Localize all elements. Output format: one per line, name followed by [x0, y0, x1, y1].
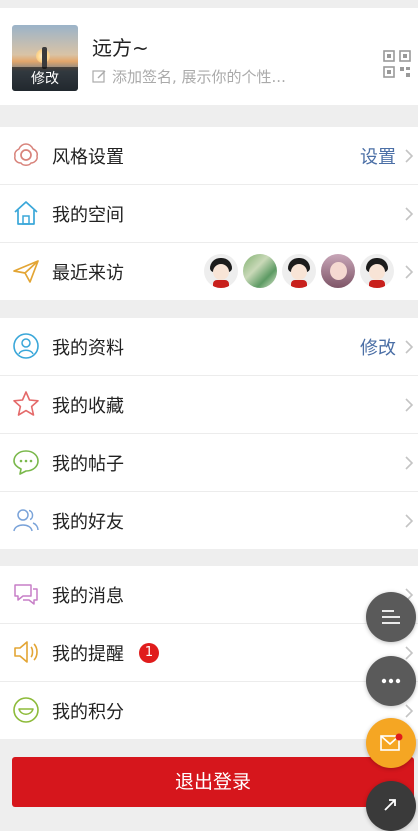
menu-label: 风格设置 [52, 146, 124, 168]
nickname: 远方~ [92, 36, 149, 60]
chat-bubble-icon [13, 450, 39, 475]
menu-label: 最近来访 [52, 262, 124, 284]
visitor-avatar[interactable] [321, 254, 355, 288]
menu-row-my-favorites[interactable]: 我的收藏 [0, 376, 418, 434]
messages-icon [14, 584, 38, 605]
user-profile-icon [13, 333, 39, 359]
menu-label: 我的积分 [52, 701, 124, 723]
chevron-right-icon [405, 646, 414, 660]
more-fab[interactable] [366, 656, 416, 706]
chevron-right-icon [405, 149, 414, 163]
chevron-right-icon [405, 207, 414, 221]
menu-value[interactable]: 设置 [360, 143, 396, 169]
menu-label: 我的收藏 [52, 395, 124, 417]
menu-row-style-settings[interactable]: 风格设置 设置 [0, 127, 418, 185]
mail-fab[interactable] [366, 718, 416, 768]
settings-group-3: 我的消息 我的提醒 1 我的积分 [0, 566, 418, 739]
star-icon [13, 391, 39, 416]
settings-group-1: 风格设置 设置 我的空间 最近来访 [0, 127, 418, 300]
menu-lines-icon [382, 610, 400, 624]
menu-row-my-posts[interactable]: 我的帖子 [0, 434, 418, 492]
friends-icon [13, 509, 39, 532]
menu-row-my-points[interactable]: 我的积分 [0, 682, 418, 739]
speaker-icon [14, 641, 38, 663]
visitor-avatar[interactable] [204, 254, 238, 288]
menu-label: 我的提醒 [52, 643, 124, 665]
chevron-right-icon [405, 340, 414, 354]
menu-row-my-friends[interactable]: 我的好友 [0, 492, 418, 549]
menu-label: 我的资料 [52, 337, 124, 359]
profile-card: 修改 远方~ 添加签名, 展示你的个性... [0, 8, 418, 105]
qr-code-icon[interactable] [383, 50, 411, 78]
chevron-right-icon [405, 704, 414, 718]
menu-row-my-messages[interactable]: 我的消息 [0, 566, 418, 624]
menu-label: 我的空间 [52, 204, 124, 226]
share-icon [384, 799, 396, 811]
edit-icon [92, 70, 106, 83]
chevron-right-icon [405, 398, 414, 412]
settings-group-2: 我的资料 修改 我的收藏 我的帖子 我的好友 [0, 318, 418, 549]
menu-row-my-profile[interactable]: 我的资料 修改 [0, 318, 418, 376]
visitor-avatar[interactable] [243, 254, 277, 288]
home-icon [14, 201, 38, 225]
figure-silhouette [42, 47, 47, 69]
flower-icon [14, 143, 38, 166]
visitor-avatar[interactable] [282, 254, 316, 288]
menu-fab[interactable] [366, 592, 416, 642]
signature-placeholder: 添加签名, 展示你的个性... [112, 68, 286, 86]
logout-button[interactable]: 退出登录 [12, 757, 414, 807]
menu-label: 我的好友 [52, 511, 124, 533]
notification-badge: 1 [139, 643, 159, 663]
chevron-right-icon [405, 265, 414, 279]
menu-label: 我的消息 [52, 585, 124, 607]
menu-value[interactable]: 修改 [360, 334, 396, 360]
menu-label: 我的帖子 [52, 453, 124, 475]
signature-field[interactable]: 添加签名, 展示你的个性... [92, 66, 286, 87]
avatar[interactable]: 修改 [12, 25, 78, 91]
visitor-avatar[interactable] [360, 254, 394, 288]
more-dots-icon [381, 678, 401, 684]
share-fab[interactable] [366, 781, 416, 831]
chevron-right-icon [405, 514, 414, 528]
points-icon [13, 697, 39, 723]
menu-row-my-reminders[interactable]: 我的提醒 1 [0, 624, 418, 682]
menu-row-recent-visitors[interactable]: 最近来访 [0, 243, 418, 300]
visitor-avatars [204, 254, 394, 288]
paper-plane-icon [13, 260, 39, 283]
menu-row-my-space[interactable]: 我的空间 [0, 185, 418, 243]
chevron-right-icon [405, 456, 414, 470]
mail-icon [380, 733, 403, 751]
avatar-edit-label[interactable]: 修改 [12, 67, 78, 91]
